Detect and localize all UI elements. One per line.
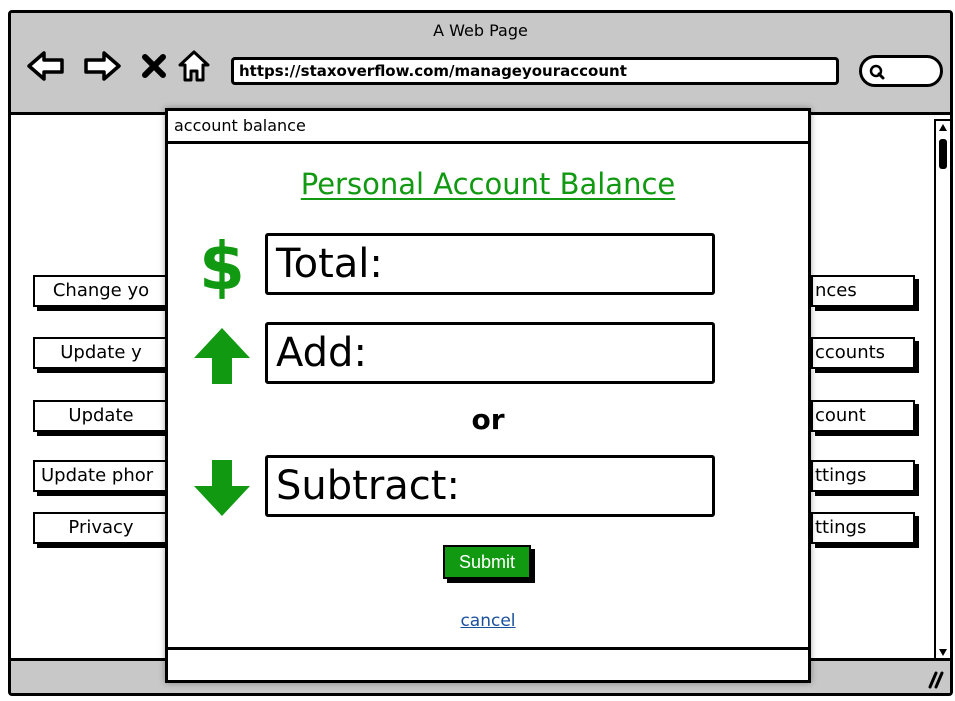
dollar-icon: $ (190, 229, 254, 299)
notification-settings-button[interactable]: ttings (811, 460, 915, 492)
update-account-button[interactable]: Update y (33, 337, 169, 369)
vertical-scrollbar[interactable] (934, 119, 950, 661)
or-label: or (471, 403, 505, 436)
update-details-button[interactable]: Update (33, 400, 169, 432)
search-icon (869, 64, 885, 80)
dialog-header: account balance (168, 111, 808, 144)
arrow-up-icon (190, 321, 254, 391)
arrow-left-icon (27, 51, 64, 81)
submit-button[interactable]: Submit (443, 545, 531, 579)
subtract-field[interactable]: Subtract: (265, 455, 715, 517)
total-field[interactable]: Total: (265, 233, 715, 295)
close-icon (142, 54, 166, 78)
home-icon (178, 50, 210, 82)
dialog-title-text: Personal Account Balance (300, 167, 676, 201)
dialog-footer (168, 647, 808, 680)
add-field[interactable]: Add: (265, 322, 715, 384)
account-balance-dialog: account balance Personal Account Balance… (165, 108, 811, 683)
stop-button[interactable] (133, 47, 175, 85)
security-settings-button[interactable]: ttings (811, 512, 915, 544)
forward-button[interactable] (81, 47, 123, 85)
scroll-up-icon[interactable] (936, 121, 950, 135)
window-title: A Web Page (433, 21, 528, 40)
svg-text:$: $ (199, 229, 245, 299)
change-account-button[interactable]: Change yo (33, 275, 169, 307)
scroll-thumb[interactable] (939, 139, 947, 169)
browser-chrome: A Web Page https://staxoverflow.com/mana… (11, 13, 950, 115)
back-button[interactable] (25, 47, 67, 85)
cancel-link[interactable]: cancel (168, 611, 808, 631)
search-box[interactable] (859, 55, 943, 87)
dialog-title: Personal Account Balance (168, 167, 808, 201)
preferences-button[interactable]: nces (811, 275, 915, 307)
close-account-button[interactable]: count (811, 400, 915, 432)
update-phone-button[interactable]: Update phor (33, 460, 169, 492)
home-button[interactable] (173, 47, 215, 85)
linked-accounts-button[interactable]: ccounts (811, 337, 915, 369)
resize-grip-icon[interactable] (922, 669, 944, 689)
arrow-right-icon (84, 51, 121, 81)
privacy-button[interactable]: Privacy (33, 512, 169, 544)
scroll-down-icon[interactable] (936, 645, 950, 659)
url-bar[interactable]: https://staxoverflow.com/manageyouraccou… (231, 57, 839, 85)
arrow-down-icon (190, 453, 254, 523)
